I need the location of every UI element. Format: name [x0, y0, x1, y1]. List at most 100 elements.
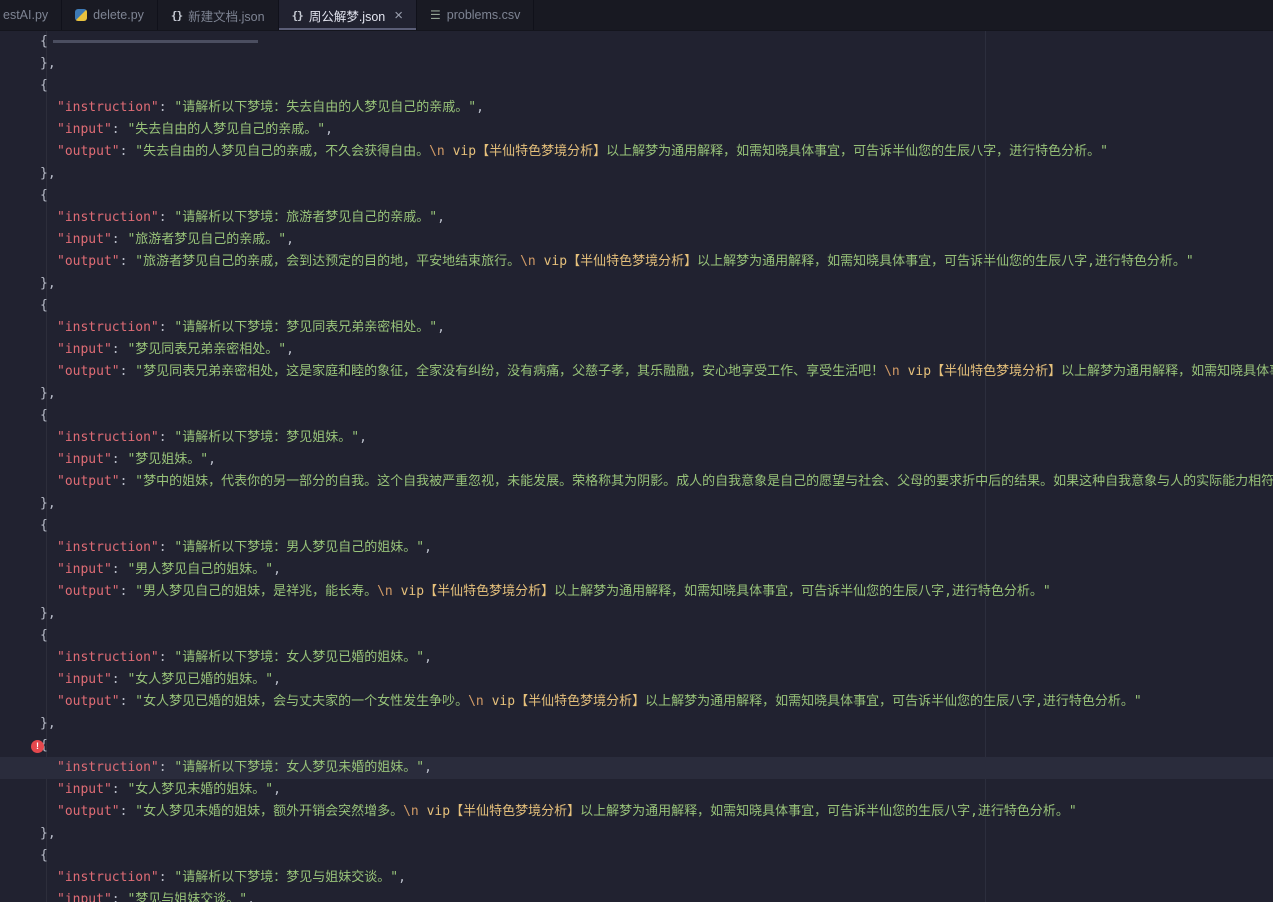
token-punc: : [158, 430, 175, 445]
token-esc: \n [403, 804, 419, 819]
token-key: "instruction" [57, 320, 159, 335]
tab-delete.py[interactable]: delete.py [62, 0, 158, 30]
token-str: "请解析以下梦境：梦见同表兄弟亲密相处。" [174, 320, 438, 335]
token-esc: \n [520, 254, 536, 269]
tab-label: problems.csv [446, 8, 521, 22]
token-str: "失去自由的人梦见自己的亲戚。" [127, 122, 326, 137]
token-str: 以上解梦为通用解释，如需知晓具体事宜，可告诉半仙您的生辰八字,进行特色分析。" [580, 804, 1077, 819]
code-line[interactable]: { [0, 405, 1273, 427]
token-key: "instruction" [57, 430, 159, 445]
tab-problems.csv[interactable]: ☰ problems.csv [416, 0, 535, 30]
token-punc: { [40, 628, 48, 643]
token-punc: : [119, 584, 136, 599]
token-punc: }, [40, 166, 56, 181]
token-str: "女人梦见已婚的姐妹。" [127, 672, 274, 687]
token-str: "请解析以下梦境：男人梦见自己的姐妹。" [174, 540, 425, 555]
code-line[interactable]: }, [0, 53, 1273, 75]
code-line[interactable]: "instruction": "请解析以下梦境：男人梦见自己的姐妹。", [0, 537, 1273, 559]
code-line[interactable]: !{ [0, 735, 1273, 757]
code-line[interactable]: "instruction": "请解析以下梦境：梦见姐妹。", [0, 427, 1273, 449]
token-str: "男人梦见自己的姐妹。" [127, 562, 274, 577]
code-line[interactable]: { [0, 295, 1273, 317]
code-line[interactable]: }, [0, 383, 1273, 405]
code-line[interactable]: }, [0, 823, 1273, 845]
tab-label: estAI.py [3, 8, 49, 22]
token-key: "instruction" [57, 540, 159, 555]
code-line[interactable]: "input": "梦见与姐妹交谈。", [0, 889, 1273, 902]
code-line[interactable]: "output": "梦见同表兄弟亲密相处，这是家庭和睦的象征，全家没有纠纷，没… [0, 361, 1273, 383]
code-line[interactable]: }, [0, 603, 1273, 625]
code-line[interactable]: "input": "失去自由的人梦见自己的亲戚。", [0, 119, 1273, 141]
code-line[interactable]: "output": "女人梦见已婚的姐妹，会与丈夫家的一个女性发生争吵。\n v… [0, 691, 1273, 713]
token-punc: { [40, 34, 48, 49]
code-line[interactable]: "output": "男人梦见自己的姐妹，是祥兆，能长寿。\n vip【半仙特色… [0, 581, 1273, 603]
csv-icon: ☰ [429, 8, 441, 22]
token-gold: vip【半仙特色梦境分析】 [392, 584, 555, 599]
token-punc: , [424, 650, 432, 665]
token-key: "input" [57, 232, 112, 247]
token-punc: { [40, 518, 48, 533]
tab-label: delete.py [93, 8, 144, 22]
tab-label: 周公解梦.json [308, 9, 386, 24]
token-punc: : [158, 320, 175, 335]
code-line[interactable]: "output": "旅游者梦见自己的亲戚，会到达预定的目的地，平安地结束旅行。… [0, 251, 1273, 273]
token-punc: , [424, 760, 432, 775]
code-line[interactable]: "output": "女人梦见未婚的姐妹，额外开销会突然增多。\n vip【半仙… [0, 801, 1273, 823]
token-punc: : [111, 672, 128, 687]
token-punc: , [359, 430, 367, 445]
code-line[interactable]: { [0, 185, 1273, 207]
code-line[interactable]: "input": "女人梦见未婚的姐妹。", [0, 779, 1273, 801]
token-punc: , [424, 540, 432, 555]
token-punc: : [119, 804, 136, 819]
code-line[interactable]: "instruction": "请解析以下梦境：女人梦见已婚的姐妹。", [0, 647, 1273, 669]
code-line[interactable]: }, [0, 273, 1273, 295]
token-key: "output" [57, 804, 120, 819]
token-esc: \n [377, 584, 393, 599]
token-punc: }, [40, 496, 56, 511]
tab-label: 新建文档.json [188, 9, 265, 24]
code-line[interactable]: "input": "梦见同表兄弟亲密相处。", [0, 339, 1273, 361]
code-line[interactable]: "instruction": "请解析以下梦境：失去自由的人梦见自己的亲戚。", [0, 97, 1273, 119]
tab-新建文档.json[interactable]: {} 新建文档.json [157, 0, 279, 30]
code-line[interactable]: { [0, 75, 1273, 97]
token-str: "旅游者梦见自己的亲戚，会到达预定的目的地，平安地结束旅行。 [135, 254, 521, 269]
token-punc: { [40, 298, 48, 313]
code-line[interactable]: }, [0, 713, 1273, 735]
token-key: "input" [57, 562, 112, 577]
code-line[interactable]: "input": "男人梦见自己的姐妹。", [0, 559, 1273, 581]
code-line[interactable]: "input": "旅游者梦见自己的亲戚。", [0, 229, 1273, 251]
token-punc: }, [40, 826, 56, 841]
token-punc: : [158, 760, 175, 775]
token-punc: : [119, 144, 136, 159]
token-gold: vip【半仙特色梦境分析】 [899, 364, 1062, 379]
code-line[interactable]: "output": "梦中的姐妹，代表你的另一部分的自我。这个自我被严重忽视，未… [0, 471, 1273, 493]
code-line[interactable]: "output": "失去自由的人梦见自己的亲戚，不久会获得自由。\n vip【… [0, 141, 1273, 163]
token-str: "女人梦见已婚的姐妹，会与丈夫家的一个女性发生争吵。 [135, 694, 469, 709]
code-line[interactable]: }, [0, 493, 1273, 515]
code-line[interactable]: { [0, 845, 1273, 867]
tab-周公解梦.json[interactable]: {} 周公解梦.json × [278, 0, 417, 30]
error-icon[interactable]: ! [31, 740, 44, 753]
token-punc: : [111, 122, 128, 137]
close-icon[interactable]: × [394, 8, 403, 23]
token-str: "请解析以下梦境：梦见与姐妹交谈。" [174, 870, 399, 885]
python-icon [75, 9, 88, 21]
code-line[interactable]: "input": "梦见姐妹。", [0, 449, 1273, 471]
token-str: "旅游者梦见自己的亲戚。" [127, 232, 287, 247]
token-gold: vip【半仙特色梦境分析】 [418, 804, 581, 819]
code-line[interactable]: "instruction": "请解析以下梦境：梦见同表兄弟亲密相处。", [0, 317, 1273, 339]
tab-estAI.py[interactable]: estAI.py [0, 0, 63, 30]
code-line[interactable]: "instruction": "请解析以下梦境：梦见与姐妹交谈。", [0, 867, 1273, 889]
code-line[interactable]: "input": "女人梦见已婚的姐妹。", [0, 669, 1273, 691]
code-line[interactable]: { [0, 31, 1273, 53]
token-punc: }, [40, 716, 56, 731]
token-str: "请解析以下梦境：女人梦见未婚的姐妹。" [174, 760, 425, 775]
code-line[interactable]: "instruction": "请解析以下梦境：旅游者梦见自己的亲戚。", [0, 207, 1273, 229]
code-line[interactable]: { [0, 515, 1273, 537]
code-line[interactable]: { [0, 625, 1273, 647]
token-str: "男人梦见自己的姐妹，是祥兆，能长寿。 [135, 584, 378, 599]
code-line[interactable]: }, [0, 163, 1273, 185]
editor-area[interactable]: {}, {"instruction": "请解析以下梦境：失去自由的人梦见自己的亲… [0, 31, 1273, 902]
code-line[interactable]: "instruction": "请解析以下梦境：女人梦见未婚的姐妹。", [0, 757, 1273, 779]
token-str: 以上解梦为通用解释，如需知晓具体事宜，可告诉半仙您的生辰八字,进行特色分析。" [1061, 364, 1273, 379]
